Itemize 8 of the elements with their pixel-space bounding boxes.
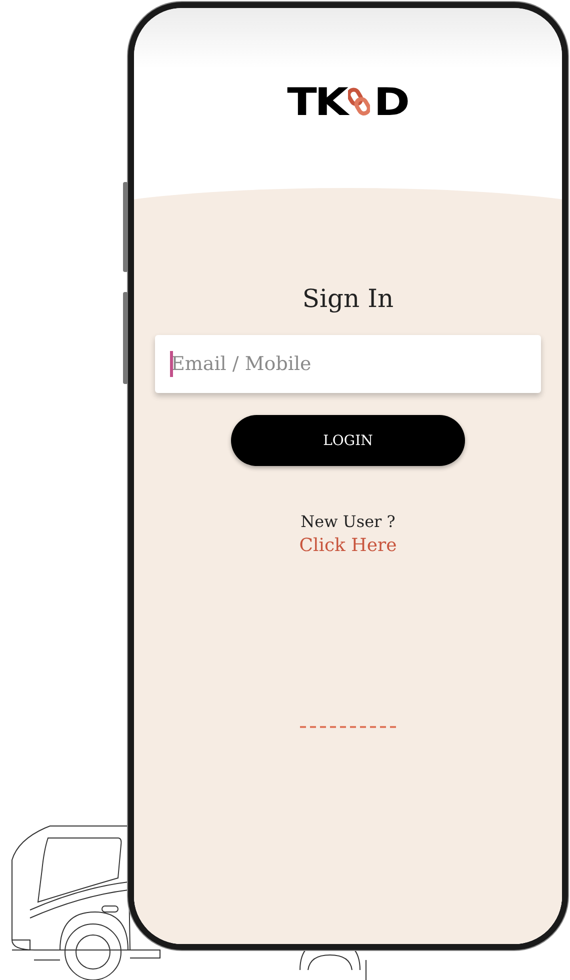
new-user-prompt: New User ? (300, 512, 396, 531)
click-here-link[interactable]: Click Here (299, 535, 397, 556)
logo-text: D (374, 83, 408, 121)
login-button[interactable]: LOGIN (231, 415, 465, 466)
chain-link-icon (348, 87, 370, 117)
sign-in-title: Sign In (302, 284, 394, 313)
email-mobile-field[interactable]: Email / Mobile (155, 335, 541, 393)
logo-text: TK (286, 83, 346, 121)
